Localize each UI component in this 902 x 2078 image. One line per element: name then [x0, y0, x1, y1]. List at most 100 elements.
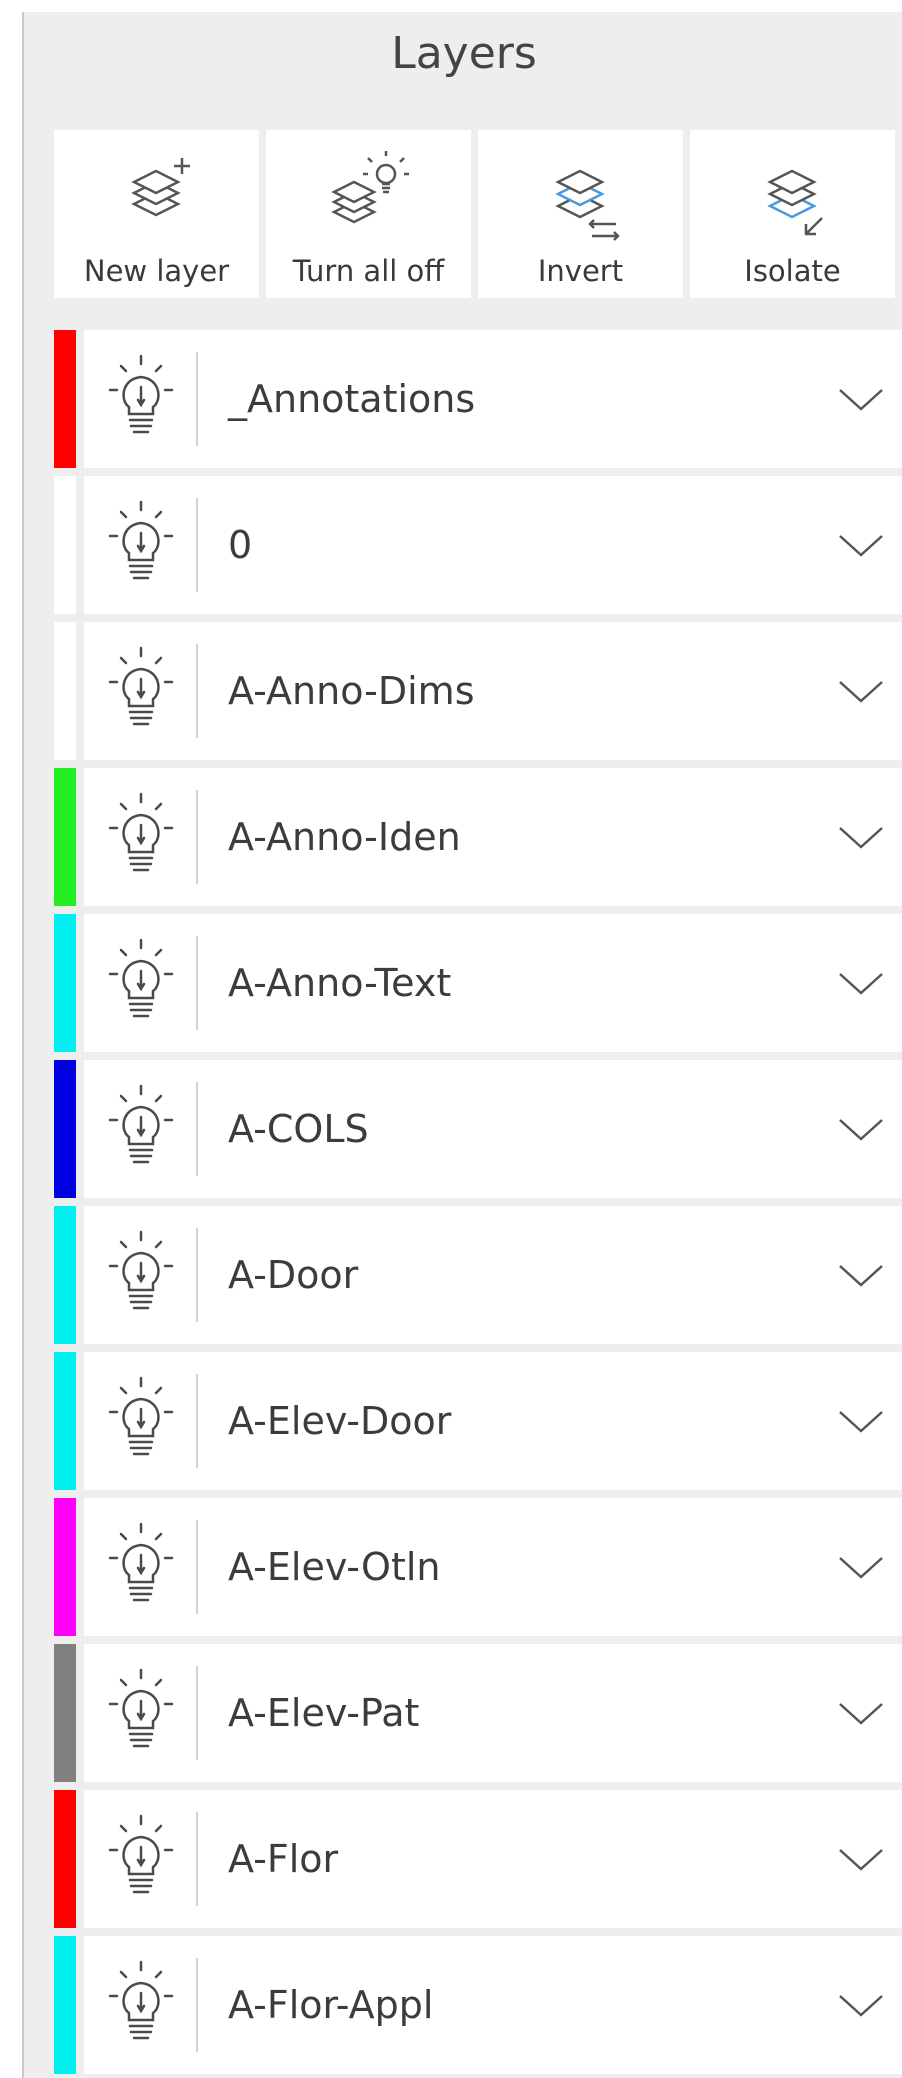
layer-row: _Annotations [54, 330, 902, 468]
lightbulb-icon[interactable] [96, 1074, 186, 1184]
layer-row-body[interactable]: A-Flor [84, 1790, 902, 1928]
chevron-down-icon[interactable] [834, 958, 888, 1008]
invert-label: Invert [537, 254, 624, 288]
layer-color-swatch[interactable] [54, 622, 76, 760]
layer-name: A-Door [228, 1253, 359, 1297]
chevron-down-icon[interactable] [834, 666, 888, 716]
layer-row: A-Flor [54, 1790, 902, 1928]
layer-row-body[interactable]: A-COLS [84, 1060, 902, 1198]
chevron-down-icon[interactable] [834, 1396, 888, 1446]
chevron-down-icon[interactable] [834, 1104, 888, 1154]
layer-color-swatch[interactable] [54, 330, 76, 468]
lightbulb-icon[interactable] [96, 1512, 186, 1622]
layer-row-body[interactable]: A-Elev-Door [84, 1352, 902, 1490]
layer-color-swatch[interactable] [54, 1352, 76, 1490]
invert-button[interactable]: Invert [478, 130, 683, 298]
layer-color-swatch[interactable] [54, 1206, 76, 1344]
layer-row: A-Elev-Otln [54, 1498, 902, 1636]
row-divider [196, 1812, 198, 1906]
layer-color-swatch[interactable] [54, 1644, 76, 1782]
layer-row-body[interactable]: A-Door [84, 1206, 902, 1344]
layer-name: A-Flor-Appl [228, 1983, 434, 2027]
lightbulb-icon[interactable] [96, 1658, 186, 1768]
layer-row-body[interactable]: A-Anno-Text [84, 914, 902, 1052]
row-divider [196, 1228, 198, 1322]
lightbulb-icon[interactable] [96, 1220, 186, 1330]
chevron-down-icon[interactable] [834, 1834, 888, 1884]
layer-name: A-Anno-Text [228, 961, 452, 1005]
row-divider [196, 790, 198, 884]
new-layer-button[interactable]: New layer [54, 130, 259, 298]
layer-name: A-Elev-Otln [228, 1545, 441, 1589]
layer-row: A-Door [54, 1206, 902, 1344]
row-divider [196, 498, 198, 592]
layer-name: A-Elev-Door [228, 1399, 452, 1443]
layer-name: A-Anno-Dims [228, 669, 475, 713]
layer-row-body[interactable]: A-Elev-Pat [84, 1644, 902, 1782]
layer-color-swatch[interactable] [54, 768, 76, 906]
lightbulb-icon[interactable] [96, 782, 186, 892]
row-divider [196, 1374, 198, 1468]
layers-bulb-icon [331, 151, 409, 224]
panel-title: Layers [391, 28, 537, 79]
layer-color-swatch[interactable] [54, 914, 76, 1052]
turn-all-off-button[interactable]: Turn all off [266, 130, 471, 298]
isolate-label: Isolate [744, 254, 841, 288]
layers-add-icon [131, 158, 190, 217]
layer-row: A-COLS [54, 1060, 902, 1198]
row-divider [196, 1082, 198, 1176]
layer-name: A-Elev-Pat [228, 1691, 420, 1735]
new-layer-label: New layer [83, 254, 230, 288]
layers-toolbar: New layer Turn all off Invert Isolate [54, 130, 902, 298]
row-divider [196, 644, 198, 738]
lightbulb-icon[interactable] [96, 1366, 186, 1476]
lightbulb-icon[interactable] [96, 490, 186, 600]
layers-panel: Layers New layer Turn all off Invert Iso… [22, 12, 902, 2078]
layer-color-swatch[interactable] [54, 1790, 76, 1928]
layer-row-body[interactable]: 0 [84, 476, 902, 614]
layer-row-body[interactable]: A-Anno-Iden [84, 768, 902, 906]
chevron-down-icon[interactable] [834, 520, 888, 570]
layer-name: A-Anno-Iden [228, 815, 461, 859]
chevron-down-icon[interactable] [834, 1980, 888, 2030]
layer-row-body[interactable]: A-Anno-Dims [84, 622, 902, 760]
row-divider [196, 352, 198, 446]
layer-row: A-Elev-Door [54, 1352, 902, 1490]
lightbulb-icon[interactable] [96, 928, 186, 1038]
layer-row-body[interactable]: A-Elev-Otln [84, 1498, 902, 1636]
isolate-button[interactable]: Isolate [690, 130, 895, 298]
layer-row-body[interactable]: _Annotations [84, 330, 902, 468]
layer-row: A-Flor-Appl [54, 1936, 902, 2074]
row-divider [196, 1520, 198, 1614]
layer-name: A-Flor [228, 1837, 339, 1881]
layers-isolate-icon [767, 169, 823, 236]
layer-color-swatch[interactable] [54, 476, 76, 614]
layer-row: A-Anno-Iden [54, 768, 902, 906]
layer-color-swatch[interactable] [54, 1936, 76, 2074]
layer-color-swatch[interactable] [54, 1498, 76, 1636]
layer-name: _Annotations [228, 377, 476, 421]
lightbulb-icon[interactable] [96, 636, 186, 746]
layer-row: A-Anno-Text [54, 914, 902, 1052]
lightbulb-icon[interactable] [96, 344, 186, 454]
row-divider [196, 1958, 198, 2052]
layer-row: 0 [54, 476, 902, 614]
row-divider [196, 936, 198, 1030]
row-divider [196, 1666, 198, 1760]
turn-all-off-label: Turn all off [292, 254, 445, 288]
lightbulb-icon[interactable] [96, 1804, 186, 1914]
layers-invert-icon [555, 169, 620, 241]
chevron-down-icon[interactable] [834, 1688, 888, 1738]
lightbulb-icon[interactable] [96, 1950, 186, 2060]
chevron-down-icon[interactable] [834, 812, 888, 862]
layer-color-swatch[interactable] [54, 1060, 76, 1198]
layer-name: A-COLS [228, 1107, 369, 1151]
chevron-down-icon[interactable] [834, 374, 888, 424]
chevron-down-icon[interactable] [834, 1250, 888, 1300]
layer-list: _Annotations 0 A-Anno-Dims A-Anno-Iden A… [54, 330, 902, 2078]
layer-name: 0 [228, 523, 253, 567]
chevron-down-icon[interactable] [834, 1542, 888, 1592]
layer-row: A-Anno-Dims [54, 622, 902, 760]
layer-row: A-Elev-Pat [54, 1644, 902, 1782]
layer-row-body[interactable]: A-Flor-Appl [84, 1936, 902, 2074]
